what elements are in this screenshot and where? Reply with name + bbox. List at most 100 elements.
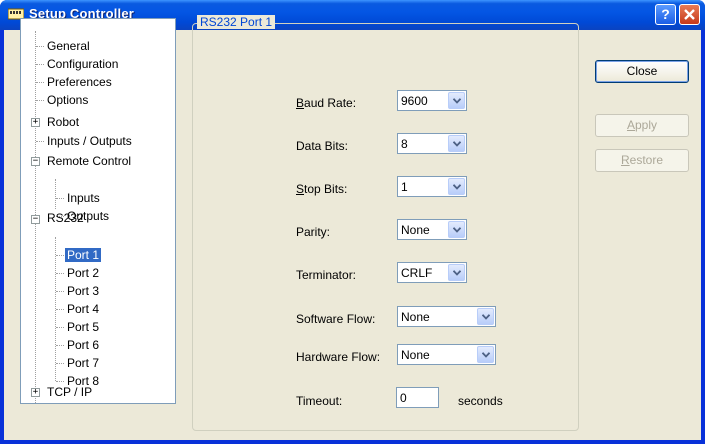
tree-item-options[interactable]: Options — [45, 91, 90, 109]
collapse-rs232-toggle[interactable]: − — [31, 215, 40, 224]
timeout-label: Timeout: — [296, 394, 343, 408]
tree-item-configuration[interactable]: Configuration — [45, 55, 120, 73]
stop-bits-value: 1 — [401, 180, 408, 194]
timeout-unit: seconds — [458, 394, 503, 408]
tree-item-remote-inputs[interactable]: Inputs — [65, 189, 102, 207]
close-window-button[interactable] — [679, 4, 700, 25]
tree-connector — [56, 327, 64, 328]
tree-item-label: Inputs — [67, 191, 100, 205]
accel-key: S — [296, 182, 305, 196]
baud-rate-value: 9600 — [401, 94, 428, 108]
timeout-field[interactable] — [397, 388, 438, 407]
tree-item-label: Port 2 — [67, 266, 100, 280]
software-flow-label: Software Flow: — [296, 312, 376, 326]
stop-bits-label: Stop Bits: — [296, 182, 347, 196]
data-bits-select[interactable]: 8 — [397, 133, 467, 154]
tree-connector — [56, 309, 64, 310]
close-icon — [684, 9, 695, 20]
tree-item-port-2[interactable]: Port 2 — [65, 264, 101, 282]
tree-item-robot[interactable]: Robot — [45, 113, 81, 131]
tree-item-label: Preferences — [47, 75, 112, 89]
accel-key: B — [296, 96, 305, 110]
tree-item-port-6[interactable]: Port 6 — [65, 336, 101, 354]
button-label: pply — [635, 118, 658, 132]
tree-connector — [56, 291, 64, 292]
tree-item-rs232[interactable]: RS232 — [45, 209, 86, 227]
tree-item-preferences[interactable]: Preferences — [45, 73, 114, 91]
label-text: top Bits: — [304, 182, 348, 196]
tree-item-label: Port 7 — [67, 356, 100, 370]
close-button[interactable]: Close — [595, 60, 689, 83]
tree-item-port-3[interactable]: Port 3 — [65, 282, 101, 300]
accel-key: R — [620, 153, 630, 167]
terminator-label: Terminator: — [296, 268, 357, 282]
terminator-value: CRLF — [401, 266, 433, 280]
tree-item-label: RS232 — [47, 211, 84, 225]
help-button[interactable]: ? — [655, 4, 676, 25]
tree-item-label: Port 1 — [65, 248, 102, 262]
tree-connector — [56, 273, 64, 274]
hardware-flow-label: Hardware Flow: — [296, 350, 381, 364]
software-flow-select[interactable]: None — [397, 306, 496, 327]
tree-connector — [36, 64, 44, 65]
tree-item-port-5[interactable]: Port 5 — [65, 318, 101, 336]
label-text: aud Rate: — [304, 96, 357, 110]
timeout-input[interactable] — [396, 387, 439, 408]
tree-connector — [56, 345, 64, 346]
chevron-down-icon[interactable] — [448, 264, 465, 281]
tree-item-label: General — [47, 39, 90, 53]
restore-button[interactable]: Restore — [595, 149, 689, 172]
expand-tcpip-toggle[interactable]: + — [31, 388, 40, 397]
tree-connector — [55, 179, 56, 209]
tree-item-port-1[interactable]: Port 1 — [65, 246, 102, 264]
chevron-down-icon[interactable] — [448, 92, 465, 109]
tree-item-label: Robot — [47, 115, 80, 129]
tree-connector — [56, 363, 64, 364]
baud-rate-select[interactable]: 9600 — [397, 90, 467, 111]
tree-item-general[interactable]: General — [45, 37, 92, 55]
tree-item-tcpip[interactable]: TCP / IP — [45, 383, 94, 401]
baud-rate-label: Baud Rate: — [296, 96, 356, 110]
chevron-down-icon[interactable] — [448, 178, 465, 195]
stop-bits-select[interactable]: 1 — [397, 176, 467, 197]
chevron-down-icon[interactable] — [477, 346, 494, 363]
chevron-down-icon[interactable] — [477, 308, 494, 325]
tree-item-label: Options — [47, 93, 89, 107]
tree-item-inputs-outputs[interactable]: Inputs / Outputs — [45, 132, 134, 150]
hardware-flow-select[interactable]: None — [397, 344, 496, 365]
tree-item-remote-control[interactable]: Remote Control — [45, 152, 133, 170]
tree-connector — [56, 381, 64, 382]
collapse-remote-control-toggle[interactable]: − — [31, 157, 40, 166]
software-flow-value: None — [401, 310, 430, 324]
tree-connector — [36, 100, 44, 101]
hardware-flow-value: None — [401, 348, 430, 362]
parity-value: None — [401, 223, 430, 237]
rs232-port-groupbox — [192, 23, 579, 431]
tree-item-port-7[interactable]: Port 7 — [65, 354, 101, 372]
data-bits-value: 8 — [401, 137, 408, 151]
tree-connector — [36, 46, 44, 47]
data-bits-label: Data Bits: — [296, 139, 349, 153]
tree-item-label: TCP / IP — [47, 385, 93, 399]
tree-item-label: Port 4 — [67, 302, 100, 316]
settings-tree[interactable]: + − − + General Configuration Preference… — [20, 18, 176, 404]
tree-connector — [56, 198, 64, 199]
expand-robot-toggle[interactable]: + — [31, 118, 40, 127]
tree-item-label: Configuration — [47, 57, 119, 71]
tree-connector — [56, 255, 64, 256]
tree-item-port-4[interactable]: Port 4 — [65, 300, 101, 318]
chevron-down-icon[interactable] — [448, 221, 465, 238]
tree-item-label: Port 3 — [67, 284, 100, 298]
tree-item-label: Inputs / Outputs — [47, 134, 132, 148]
tree-item-label: Port 5 — [67, 320, 100, 334]
tree-connector — [36, 82, 44, 83]
parity-label: Parity: — [296, 225, 331, 239]
accel-key: A — [626, 118, 635, 132]
parity-select[interactable]: None — [397, 219, 467, 240]
apply-button[interactable]: Apply — [595, 114, 689, 137]
tree-item-label: Remote Control — [47, 154, 132, 168]
terminator-select[interactable]: CRLF — [397, 262, 467, 283]
tree-connector — [36, 141, 44, 142]
button-label: estore — [629, 153, 664, 167]
chevron-down-icon[interactable] — [448, 135, 465, 152]
